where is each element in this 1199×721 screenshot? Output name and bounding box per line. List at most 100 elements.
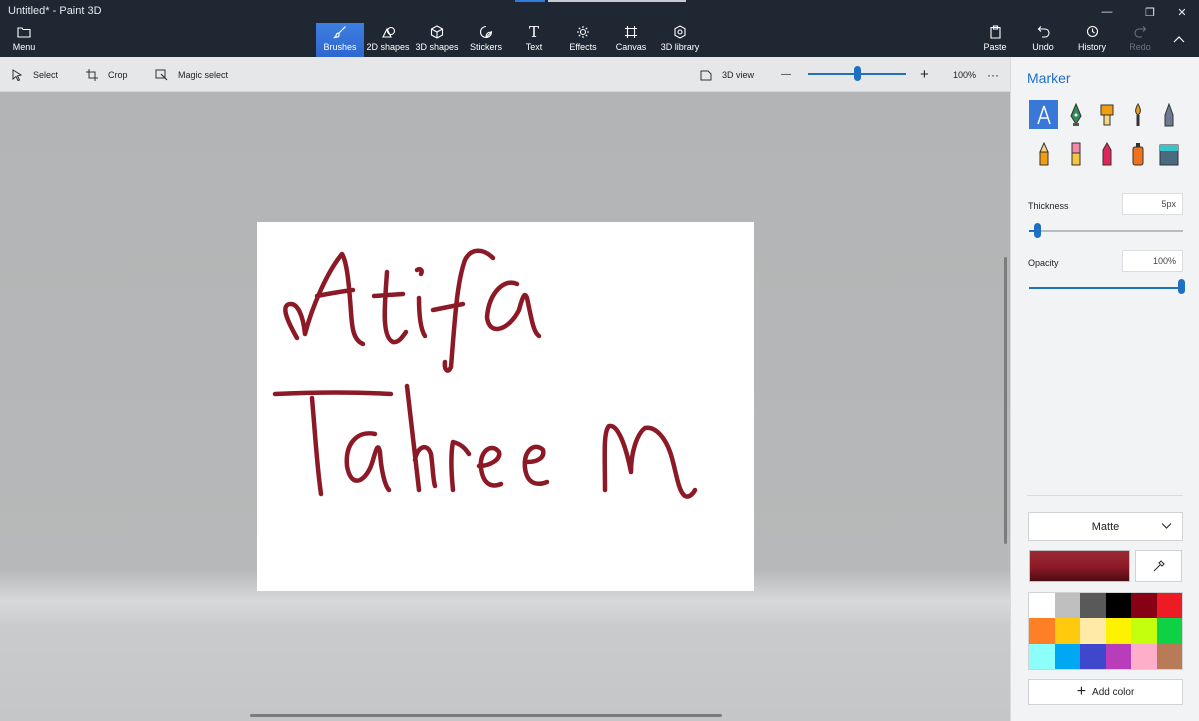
text-icon: T xyxy=(528,22,539,41)
effects-icon xyxy=(576,23,590,40)
opacity-slider-fill xyxy=(1029,287,1183,289)
marker-brush-button[interactable] xyxy=(1029,100,1058,129)
tool-bar: Select Crop Magic select 3D view — + 100… xyxy=(0,57,1010,92)
crayon-icon xyxy=(1102,141,1111,165)
tab-3d-shapes[interactable]: 3D shapes xyxy=(414,23,460,57)
oil-brush-icon xyxy=(1100,104,1113,125)
redo-button[interactable]: Redo xyxy=(1128,23,1152,57)
pencil-icon xyxy=(1038,141,1049,165)
color-swatch[interactable] xyxy=(1029,643,1055,669)
drawing-canvas[interactable] xyxy=(257,222,754,591)
color-swatch[interactable] xyxy=(1131,618,1157,644)
crop-tool-button[interactable]: Crop xyxy=(86,57,128,92)
horizontal-scrollbar[interactable] xyxy=(250,714,722,717)
color-swatch[interactable] xyxy=(1131,593,1157,619)
opacity-slider-thumb[interactable] xyxy=(1178,279,1185,294)
color-swatch[interactable] xyxy=(1080,618,1106,644)
paste-button[interactable]: Paste xyxy=(981,23,1009,57)
tab-effects[interactable]: Effects xyxy=(565,23,601,57)
undo-button[interactable]: Undo xyxy=(1030,23,1056,57)
finish-dropdown[interactable]: Matte xyxy=(1028,512,1183,541)
watercolor-brush-button[interactable] xyxy=(1123,100,1152,129)
chevron-down-icon xyxy=(1161,523,1172,529)
thickness-input[interactable]: 5px xyxy=(1122,193,1183,215)
cursor-icon xyxy=(12,68,23,81)
thickness-slider-thumb[interactable] xyxy=(1033,223,1041,238)
spray-can-button[interactable] xyxy=(1123,139,1152,168)
tab-3d-library[interactable]: 3D library xyxy=(659,23,701,57)
minimize-button[interactable]: — xyxy=(1084,0,1130,24)
color-swatch[interactable] xyxy=(1156,593,1182,619)
crop-icon xyxy=(86,68,98,81)
color-swatch[interactable] xyxy=(1054,618,1080,644)
collapse-ribbon-button[interactable] xyxy=(1172,31,1186,49)
add-color-button[interactable]: + Add color xyxy=(1028,679,1183,705)
select-label: Select xyxy=(33,69,59,80)
tab-label: Text xyxy=(525,42,543,52)
tab-stickers[interactable]: Stickers xyxy=(466,23,506,57)
magic-select-label: Magic select xyxy=(178,69,229,80)
opacity-input[interactable]: 100% xyxy=(1122,250,1183,272)
color-swatch[interactable] xyxy=(1105,593,1131,619)
3d-view-button[interactable]: 3D view xyxy=(700,57,754,92)
pencil-button[interactable] xyxy=(1029,139,1058,168)
color-swatch[interactable] xyxy=(1156,643,1182,669)
color-swatch[interactable] xyxy=(1105,618,1131,644)
tab-label: Effects xyxy=(569,42,597,52)
handwriting-drawing xyxy=(272,248,698,499)
tab-label: 3D library xyxy=(660,42,700,52)
oil-brush-button[interactable] xyxy=(1092,100,1121,129)
zoom-slider-thumb[interactable] xyxy=(854,66,861,81)
3d-shapes-icon xyxy=(430,23,444,40)
color-swatch[interactable] xyxy=(1156,618,1182,644)
thickness-slider-track[interactable] xyxy=(1029,230,1183,232)
pixel-pen-button[interactable] xyxy=(1154,100,1183,129)
current-color-swatch[interactable] xyxy=(1029,550,1130,582)
menu-button[interactable]: Menu xyxy=(8,23,40,57)
add-color-label: Add color xyxy=(1092,686,1135,698)
eraser-button[interactable] xyxy=(1061,139,1090,168)
panel-title: Marker xyxy=(1027,70,1071,86)
vertical-scrollbar[interactable] xyxy=(1004,257,1007,544)
canvas-icon xyxy=(624,23,638,40)
3d-view-icon xyxy=(700,70,712,80)
color-swatch[interactable] xyxy=(1054,593,1080,619)
color-swatch[interactable] xyxy=(1105,643,1131,669)
plus-icon: + xyxy=(1076,683,1087,700)
zoom-in-button[interactable]: + xyxy=(920,57,929,92)
select-tool-button[interactable]: Select xyxy=(12,57,58,92)
eyedropper-button[interactable] xyxy=(1135,550,1182,582)
tab-text[interactable]: T Text xyxy=(518,23,550,57)
tab-2d-shapes[interactable]: 2D shapes xyxy=(366,23,410,57)
undo-label: Undo xyxy=(1032,42,1054,52)
color-swatch[interactable] xyxy=(1080,643,1106,669)
paste-label: Paste xyxy=(983,42,1007,52)
color-swatch[interactable] xyxy=(1131,643,1157,669)
panel-divider xyxy=(1027,495,1183,496)
workspace xyxy=(0,92,1010,721)
fill-bucket-icon xyxy=(1159,144,1178,165)
magic-select-button[interactable]: Magic select xyxy=(155,57,228,92)
color-palette xyxy=(1028,592,1183,670)
zoom-level: 100% xyxy=(953,69,977,80)
history-button[interactable]: History xyxy=(1076,23,1108,57)
crayon-button[interactable] xyxy=(1092,139,1121,168)
title-accent-blue xyxy=(515,0,545,2)
color-swatch[interactable] xyxy=(1054,643,1080,669)
more-options-button[interactable]: ··· xyxy=(987,57,999,92)
calligraphy-pen-button[interactable] xyxy=(1061,100,1090,129)
title-accent-grey xyxy=(548,0,686,2)
color-swatch[interactable] xyxy=(1080,593,1106,619)
title-bar: Untitled* - Paint 3D — ❐ ✕ Menu Brushes … xyxy=(0,0,1199,57)
tab-canvas[interactable]: Canvas xyxy=(614,23,648,57)
zoom-out-button[interactable]: — xyxy=(781,57,791,92)
tab-brushes[interactable]: Brushes xyxy=(316,23,364,57)
calligraphy-pen-icon xyxy=(1069,102,1082,126)
fill-button[interactable] xyxy=(1154,139,1183,168)
tab-label: Stickers xyxy=(469,42,502,52)
close-button[interactable]: ✕ xyxy=(1165,0,1199,24)
color-swatch[interactable] xyxy=(1029,593,1055,619)
crop-label: Crop xyxy=(108,69,128,80)
undo-icon xyxy=(1037,23,1050,40)
color-swatch[interactable] xyxy=(1029,618,1055,644)
